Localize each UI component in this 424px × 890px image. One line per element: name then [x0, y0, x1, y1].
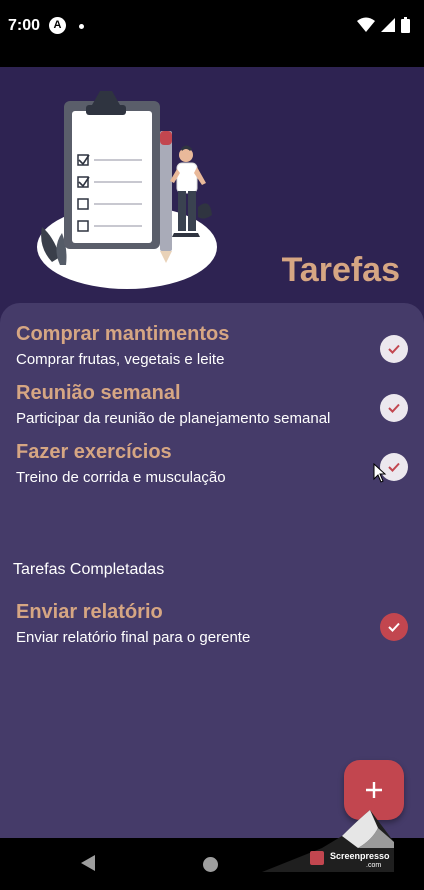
home-icon[interactable]: [203, 857, 218, 872]
app-screen: Tarefas Comprar mantimentos Comprar frut…: [0, 67, 424, 838]
tasks-card: Comprar mantimentos Comprar frutas, vege…: [0, 303, 424, 838]
check-icon: [388, 622, 400, 632]
task-description: Enviar relatório final para o gerente: [16, 629, 251, 646]
task-title: Comprar mantimentos: [16, 323, 230, 345]
task-item[interactable]: Reunião semanal Participar da reunião de…: [16, 382, 408, 436]
check-icon: [388, 344, 400, 354]
back-icon[interactable]: [80, 854, 96, 872]
status-icons: [357, 17, 410, 33]
signal-icon: [381, 18, 395, 32]
notification-dot-icon: [79, 24, 84, 29]
page-title: Tarefas: [281, 251, 400, 289]
complete-task-button[interactable]: [380, 394, 408, 422]
task-title: Fazer exercícios: [16, 441, 172, 463]
task-item[interactable]: Comprar mantimentos Comprar frutas, vege…: [16, 323, 408, 377]
uncomplete-task-button[interactable]: [380, 613, 408, 641]
watermark-domain: .com: [366, 862, 382, 869]
check-icon: [388, 462, 400, 472]
task-description: Comprar frutas, vegetais e leite: [16, 351, 225, 368]
completed-section-title: Tarefas Completadas: [13, 561, 165, 578]
wifi-icon: [357, 17, 375, 32]
task-description: Treino de corrida e musculação: [16, 469, 226, 486]
task-description: Participar da reunião de planejamento se…: [16, 410, 331, 427]
plus-icon: [366, 782, 382, 798]
app-notification-icon: A: [49, 17, 66, 34]
completed-task-item[interactable]: Enviar relatório Enviar relatório final …: [16, 601, 408, 655]
task-title: Enviar relatório: [16, 601, 163, 623]
status-time: 7:00: [8, 17, 41, 34]
status-bar: 7:00 A: [0, 0, 424, 67]
complete-task-button[interactable]: [380, 335, 408, 363]
watermark-brand: Screenpresso: [330, 851, 390, 861]
task-item[interactable]: Fazer exercícios Treino de corrida e mus…: [16, 441, 408, 495]
battery-icon: [401, 17, 410, 33]
checklist-illustration: [37, 91, 217, 289]
check-icon: [388, 403, 400, 413]
mouse-cursor-icon: [373, 463, 387, 483]
task-title: Reunião semanal: [16, 382, 181, 404]
